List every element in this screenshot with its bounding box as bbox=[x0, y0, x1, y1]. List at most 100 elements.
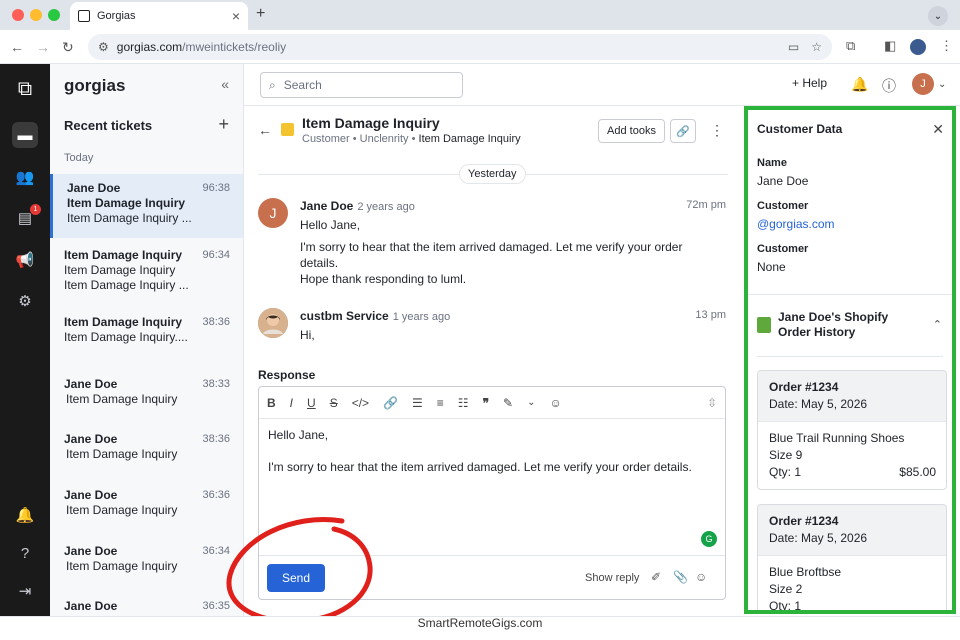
browser-tab-strip: Gorgias × + ⌄ bbox=[0, 0, 960, 30]
code-icon[interactable]: </> bbox=[352, 396, 369, 410]
ticket-item[interactable]: Jane Doe Item Damage Inquiry 36:36 bbox=[50, 488, 243, 528]
gorgias-favicon-icon bbox=[78, 10, 90, 22]
customers-icon[interactable]: 👥 bbox=[12, 164, 38, 190]
maximize-window-icon[interactable] bbox=[48, 9, 60, 21]
bookmark-star-icon[interactable]: ☆ bbox=[811, 40, 822, 54]
reload-icon[interactable]: ↻ bbox=[62, 39, 74, 56]
strikethrough-icon[interactable]: S bbox=[330, 396, 338, 410]
browser-menu-icon[interactable]: ⋮ bbox=[940, 38, 953, 54]
chevron-up-icon[interactable]: ⌃ bbox=[933, 318, 942, 331]
notifications-bell-icon[interactable]: 🔔 bbox=[851, 76, 868, 93]
new-tab-icon[interactable]: + bbox=[256, 5, 265, 23]
address-bar[interactable]: ⚙ gorgias.com/mweintickets/reoliy ▭ ☆ bbox=[88, 34, 832, 60]
close-window-icon[interactable] bbox=[12, 9, 24, 21]
reply-editor[interactable]: B I U S </> 🔗 ☰ ≡ ☷ ❞ ✎ ⌄ ☺ ⇳ Hello Jane… bbox=[258, 386, 726, 600]
bell-icon[interactable]: 🔔 bbox=[12, 502, 38, 528]
shopify-bag-icon bbox=[757, 317, 771, 333]
order-card[interactable]: Order #1234 Date: May 5, 2026 Blue Trail … bbox=[757, 370, 947, 490]
bold-icon[interactable]: B bbox=[267, 396, 276, 410]
ticket-list-panel: gorgias « Recent tickets + Today Jane Do… bbox=[50, 64, 244, 616]
back-arrow-icon[interactable]: ← bbox=[10, 39, 24, 55]
gorgias-logo-icon[interactable]: ⧉ bbox=[12, 76, 38, 102]
ticket-item[interactable]: Jane Doe 36:35 bbox=[50, 599, 243, 616]
day-divider-label: Yesterday bbox=[459, 164, 526, 184]
app-nav-rail: ⧉ ▬ 👥 ▤ 1 📢 ⚙ 🔔 ? ⇥ bbox=[0, 64, 50, 616]
new-ticket-plus-icon[interactable]: + bbox=[218, 114, 229, 135]
divider bbox=[748, 294, 952, 295]
profile-avatar[interactable] bbox=[910, 39, 926, 55]
message-body: Hello Jane, I'm sorry to hear that the i… bbox=[300, 218, 683, 286]
side-panel-icon[interactable]: ◧ bbox=[884, 38, 896, 54]
close-tab-icon[interactable]: × bbox=[232, 8, 240, 24]
search-input[interactable]: ⌕ Search bbox=[260, 72, 463, 98]
notification-badge: 1 bbox=[30, 204, 41, 215]
customer-value: None bbox=[757, 260, 786, 274]
ticket-item[interactable]: Jane Doe Item Damage Inquiry Item Damage… bbox=[50, 174, 243, 238]
collapse-sidebar-icon[interactable]: « bbox=[221, 76, 229, 92]
forward-arrow-icon[interactable]: → bbox=[36, 39, 50, 55]
quote-icon[interactable]: ❞ bbox=[483, 396, 489, 410]
checklist-icon[interactable]: ☷ bbox=[458, 396, 469, 410]
emoji-box-icon[interactable]: ☺ bbox=[549, 396, 561, 410]
add-tools-button[interactable]: Add tooks bbox=[598, 119, 665, 143]
numbered-list-icon[interactable]: ≡ bbox=[437, 396, 444, 410]
ticket-item[interactable]: Jane Doe Item Damage Inquiry 38:33 bbox=[50, 377, 243, 417]
email-label: Customer bbox=[757, 200, 809, 212]
logout-icon[interactable]: ⇥ bbox=[12, 578, 38, 604]
more-options-icon[interactable]: ⋮ bbox=[710, 122, 724, 139]
extensions-icon[interactable]: ⧉ bbox=[846, 38, 855, 54]
browser-tab[interactable]: Gorgias × bbox=[70, 2, 248, 30]
minimize-window-icon[interactable] bbox=[30, 9, 42, 21]
tab-search-chevron-icon[interactable]: ⌄ bbox=[928, 6, 948, 26]
search-placeholder: Search bbox=[283, 78, 322, 92]
message-sender: custbm Service 1 years ago bbox=[300, 309, 451, 323]
user-menu-chevron-icon[interactable]: ⌄ bbox=[938, 79, 946, 90]
browser-toolbar: ← → ↻ ⚙ gorgias.com/mweintickets/reoliy … bbox=[0, 30, 960, 64]
chat-icon[interactable]: ▬ bbox=[12, 122, 38, 148]
show-reply-button[interactable]: Show reply bbox=[585, 572, 639, 584]
today-label: Today bbox=[64, 152, 94, 164]
editor-toolbar: B I U S </> 🔗 ☰ ≡ ☷ ❞ ✎ ⌄ ☺ ⇳ bbox=[259, 387, 725, 419]
expand-icon[interactable]: ⇳ bbox=[707, 396, 717, 410]
email-value[interactable]: @gorgias.com bbox=[757, 217, 835, 231]
ticket-title: Item Damage Inquiry bbox=[302, 115, 440, 131]
close-icon[interactable]: ✕ bbox=[932, 121, 944, 138]
underline-icon[interactable]: U bbox=[307, 396, 316, 410]
ticket-item[interactable]: Item Damage Inquiry Item Damage Inquiry … bbox=[50, 248, 243, 308]
message-body: Hi, bbox=[300, 328, 315, 342]
reply-text[interactable]: Hello Jane, I'm sorry to hear that the i… bbox=[259, 419, 725, 499]
attachment-icon[interactable]: 📎 bbox=[673, 570, 688, 584]
italic-icon[interactable]: I bbox=[290, 396, 293, 410]
site-settings-icon[interactable]: ⚙ bbox=[98, 40, 109, 54]
user-avatar[interactable]: J bbox=[912, 73, 934, 95]
back-arrow-icon[interactable]: ← bbox=[258, 122, 272, 138]
help-question-icon[interactable]: ? bbox=[12, 540, 38, 566]
grammarly-icon[interactable]: G bbox=[701, 531, 717, 547]
cast-icon[interactable]: ▭ bbox=[788, 40, 799, 54]
message-time: 72m pm bbox=[686, 199, 726, 211]
send-button[interactable]: Send bbox=[267, 564, 325, 592]
help-button[interactable]: + Help bbox=[792, 76, 827, 90]
ticket-main: ← Item Damage Inquiry Customer • Unclenr… bbox=[244, 106, 742, 616]
link-icon[interactable]: 🔗 bbox=[670, 119, 696, 143]
macro-icon[interactable]: ✐ bbox=[651, 570, 661, 584]
emoji-icon[interactable]: ☺ bbox=[695, 570, 707, 584]
text-color-icon[interactable]: ✎ bbox=[503, 396, 513, 410]
message-sender: Jane Doe 2 years ago bbox=[300, 199, 415, 213]
help-circle-icon[interactable]: ⓘ bbox=[882, 76, 896, 96]
message-time: 13 pm bbox=[695, 309, 726, 321]
agent-avatar bbox=[258, 308, 288, 338]
customer-data-title: Customer Data bbox=[757, 122, 843, 136]
brand-name: gorgias bbox=[64, 76, 126, 95]
settings-gear-icon[interactable]: ⚙ bbox=[12, 288, 38, 314]
link-icon[interactable]: 🔗 bbox=[383, 396, 398, 410]
ticket-item[interactable]: Jane Doe Item Damage Inquiry 38:36 bbox=[50, 432, 243, 472]
megaphone-icon[interactable]: 📢 bbox=[12, 247, 38, 273]
chevron-down-icon[interactable]: ⌄ bbox=[527, 397, 535, 408]
order-card[interactable]: Order #1234 Date: May 5, 2026 Blue Broftb… bbox=[757, 504, 947, 610]
customer-data-panel: Customer Data ✕ Name Jane Doe Customer @… bbox=[744, 106, 956, 614]
ticket-item[interactable]: Item Damage Inquiry Item Damage Inquiry.… bbox=[50, 315, 243, 365]
ticket-chat-icon bbox=[281, 123, 294, 136]
ticket-item[interactable]: Jane Doe Item Damage Inquiry 36:34 bbox=[50, 544, 243, 584]
bullet-list-icon[interactable]: ☰ bbox=[412, 396, 423, 410]
